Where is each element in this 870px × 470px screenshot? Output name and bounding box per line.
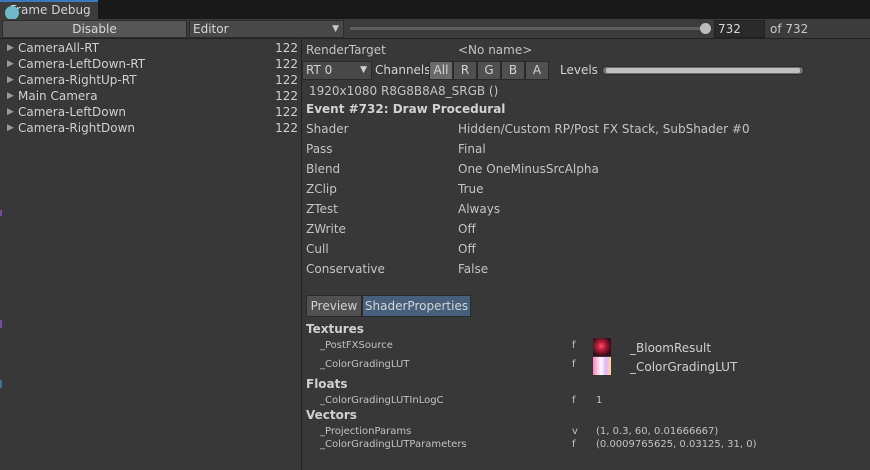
tree-item[interactable]: ▶ Camera-RightUp-RT 122 xyxy=(2,72,301,88)
vector-type: v xyxy=(572,426,578,437)
tree-item-count: 122 xyxy=(275,41,298,55)
event-tree-panel: ▶ CameraAll-RT 122 ▶ Camera-LeftDown-RT … xyxy=(2,39,302,470)
tree-item-count: 122 xyxy=(275,73,298,87)
prop-value: Hidden/Custom RP/Post FX Stack, SubShade… xyxy=(458,122,750,136)
texture-name: _ColorGradingLUT xyxy=(320,359,410,370)
textures-heading: Textures xyxy=(306,322,364,336)
tree-item-label: Camera-RightDown xyxy=(18,121,136,135)
channel-b-button[interactable]: B xyxy=(501,61,525,80)
expand-triangle-icon[interactable]: ▶ xyxy=(7,72,14,88)
tree-item[interactable]: ▶ Main Camera 122 xyxy=(2,88,301,104)
event-slider-thumb[interactable] xyxy=(700,23,711,34)
texture-type: f xyxy=(572,340,576,351)
edge-mark xyxy=(0,380,2,388)
edge-mark xyxy=(0,210,2,216)
tree-item-label: Main Camera xyxy=(18,89,98,103)
tree-item[interactable]: ▶ Camera-LeftDown-RT 122 xyxy=(2,56,301,72)
levels-range-fill[interactable] xyxy=(606,68,800,73)
prop-label: ZWrite xyxy=(306,222,346,236)
tree-item-label: Camera-RightUp-RT xyxy=(18,73,137,87)
event-index-input[interactable]: 732 xyxy=(714,20,765,38)
prop-label: ZTest xyxy=(306,202,338,216)
tree-item-count: 122 xyxy=(275,121,298,135)
dropdown-arrow-icon: ▼ xyxy=(360,65,367,75)
event-total-label: of 732 xyxy=(770,22,809,36)
vectors-heading: Vectors xyxy=(306,408,357,422)
prop-value: True xyxy=(458,182,484,196)
tree-item-label: Camera-LeftDown-RT xyxy=(18,57,146,71)
tree-item-count: 122 xyxy=(275,57,298,71)
expand-triangle-icon[interactable]: ▶ xyxy=(7,56,14,72)
prop-value: Off xyxy=(458,222,476,236)
prop-value: False xyxy=(458,262,489,276)
expand-triangle-icon[interactable]: ▶ xyxy=(7,104,14,120)
tree-item[interactable]: ▶ Camera-LeftDown 122 xyxy=(2,104,301,120)
tree-item-count: 122 xyxy=(275,89,298,103)
texture-value: _BloomResult xyxy=(630,341,712,355)
prop-label: Cull xyxy=(306,242,329,256)
rt-select[interactable]: RT 0 ▼ xyxy=(302,61,372,80)
lut-texture-thumbnail[interactable] xyxy=(593,357,611,375)
vector-value: (1, 0.3, 60, 0.01666667) xyxy=(596,426,719,437)
render-target-label: RenderTarget xyxy=(306,43,386,57)
prop-label: ZClip xyxy=(306,182,337,196)
tree-item-count: 122 xyxy=(275,105,298,119)
vector-type: f xyxy=(572,439,576,450)
prop-value: Always xyxy=(458,202,501,216)
float-value: 1 xyxy=(596,395,603,406)
prop-label: Conservative xyxy=(306,262,385,276)
expand-triangle-icon[interactable]: ▶ xyxy=(7,88,14,104)
levels-label: Levels xyxy=(560,63,598,77)
expand-triangle-icon[interactable]: ▶ xyxy=(7,120,14,136)
disable-button[interactable]: Disable xyxy=(2,20,187,38)
prop-label: Shader xyxy=(306,122,349,136)
channel-a-button[interactable]: A xyxy=(525,61,549,80)
vector-name: _ProjectionParams xyxy=(320,426,412,437)
channel-r-button[interactable]: R xyxy=(453,61,477,80)
dropdown-arrow-icon: ▼ xyxy=(332,24,339,34)
target-select-value: Editor xyxy=(193,22,229,36)
render-target-format: 1920x1080 R8G8B8A8_SRGB () xyxy=(309,84,499,98)
cursor-dot-icon xyxy=(5,6,19,20)
tab-preview[interactable]: Preview xyxy=(306,295,362,317)
float-type: f xyxy=(572,395,576,406)
channel-g-button[interactable]: G xyxy=(477,61,501,80)
tree-item-label: CameraAll-RT xyxy=(18,41,100,55)
prop-label: Blend xyxy=(306,162,341,176)
channel-all-button[interactable]: All xyxy=(429,61,453,80)
prop-value: Off xyxy=(458,242,476,256)
tab-shader-properties[interactable]: ShaderProperties xyxy=(362,295,471,317)
rt-select-value: RT 0 xyxy=(306,63,333,77)
floats-heading: Floats xyxy=(306,377,348,391)
texture-type: f xyxy=(572,359,576,370)
window-title: Frame Debug xyxy=(10,3,91,17)
prop-label: Pass xyxy=(306,142,333,156)
tree-item[interactable]: ▶ CameraAll-RT 122 xyxy=(2,40,301,56)
bloom-texture-thumbnail[interactable] xyxy=(593,338,611,356)
channels-label: Channels xyxy=(375,63,431,77)
vector-name: _ColorGradingLUTParameters xyxy=(320,439,467,450)
target-select[interactable]: Editor ▼ xyxy=(189,20,344,38)
title-bar xyxy=(0,0,870,19)
event-title: Event #732: Draw Procedural xyxy=(306,102,506,116)
float-name: _ColorGradingLUTInLogC xyxy=(320,395,444,406)
event-slider-track[interactable] xyxy=(350,27,706,30)
prop-value: Final xyxy=(458,142,486,156)
texture-name: _PostFXSource xyxy=(320,340,393,351)
edge-mark xyxy=(0,320,2,328)
vector-value: (0.0009765625, 0.03125, 31, 0) xyxy=(596,439,757,450)
expand-triangle-icon[interactable]: ▶ xyxy=(7,40,14,56)
tree-item-label: Camera-LeftDown xyxy=(18,105,126,119)
texture-value: _ColorGradingLUT xyxy=(630,360,738,374)
render-target-value: <No name> xyxy=(458,43,533,57)
prop-value: One OneMinusSrcAlpha xyxy=(458,162,599,176)
tree-item[interactable]: ▶ Camera-RightDown 122 xyxy=(2,120,301,136)
